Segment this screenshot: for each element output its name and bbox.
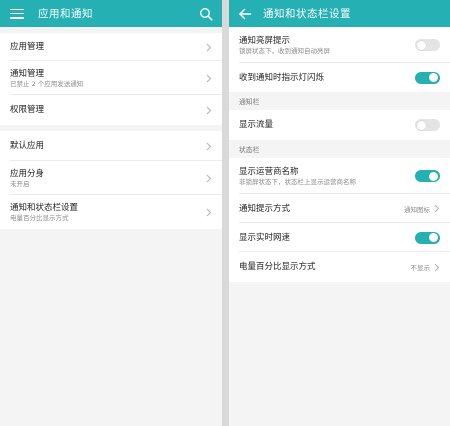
menu-item-label: 通知管理 [10,68,45,79]
app-notifications-screen: 应用和通知 应用管理 通知管理 已禁止 2 个应用发送通知 权限管理 默认应用 [0,0,222,426]
settings-group-apps: 应用管理 通知管理 已禁止 2 个应用发送通知 权限管理 [0,33,222,125]
setting-value: 通知图标 [404,205,430,214]
chevron-right-icon [206,74,212,82]
toggle-switch[interactable] [415,231,440,244]
setting-value: 不显示 [410,264,431,272]
setting-blink-led-on-notification[interactable]: 收到通知时指示灯闪烁 [229,63,450,92]
settings-group-status-bar: 显示运营商名称 非锁屏状态下，状态栏上显示运营商名称 通知提示方式 通知图标 显… [229,158,450,282]
settings-group-more: 默认应用 应用分身 未开启 通知和状态栏设置 电量百分比显示方式 [0,131,222,229]
setting-screen-wake-on-notification[interactable]: 通知亮屏提示 锁屏状态下，收到通知自动亮屏 [229,27,450,63]
toggle-switch[interactable] [415,170,440,182]
menu-item-subtitle: 电量百分比显示方式 [10,213,69,222]
toggle-switch[interactable] [415,71,440,84]
menu-item-label: 权限管理 [10,105,45,115]
chevron-right-icon [206,43,212,51]
setting-label: 显示流量 [239,120,274,130]
menu-item-app-management[interactable]: 应用管理 [0,33,222,61]
setting-label: 显示运营商名称 [239,166,299,177]
menu-item-label: 默认应用 [10,141,45,151]
back-arrow-icon[interactable] [238,7,252,21]
section-header-notification-bar: 通知栏 [229,92,450,110]
settings-group-notify-general: 通知亮屏提示 锁屏状态下，收到通知自动亮屏 收到通知时指示灯闪烁 [229,27,450,92]
settings-group-notification-bar: 显示流量 [229,110,450,140]
search-icon[interactable] [199,7,213,21]
menu-item-app-twin[interactable]: 应用分身 未开启 [0,161,222,195]
app-bar: 通知和状态栏设置 [229,0,450,27]
menu-item-permission-management[interactable]: 权限管理 [0,95,222,125]
menu-item-notification-statusbar-settings[interactable]: 通知和状态栏设置 电量百分比显示方式 [0,195,222,229]
menu-item-subtitle: 已禁止 2 个应用发送通知 [10,79,84,88]
setting-label: 通知提示方式 [239,203,291,214]
toggle-switch[interactable] [415,119,440,131]
page-title: 应用和通知 [38,8,93,20]
chevron-right-icon [206,174,212,182]
page-title: 通知和状态栏设置 [263,8,351,20]
chevron-right-icon [206,106,212,114]
toggle-switch[interactable] [415,39,440,51]
chevron-right-icon [434,263,440,271]
setting-subtitle: 锁屏状态下，收到通知自动亮屏 [239,46,330,55]
setting-label: 收到通知时指示灯闪烁 [239,72,325,83]
setting-label: 通知亮屏提示 [239,35,291,46]
chevron-right-icon [206,208,212,216]
setting-show-data-usage[interactable]: 显示流量 [229,110,450,140]
setting-battery-percentage-style[interactable]: 电量百分比显示方式 不显示 [229,252,450,282]
notification-statusbar-settings-screen: 通知和状态栏设置 通知亮屏提示 锁屏状态下，收到通知自动亮屏 收到通知时指示灯闪… [229,0,450,426]
hamburger-menu-icon[interactable] [10,8,24,19]
setting-label: 电量百分比显示方式 [239,262,316,272]
chevron-right-icon [206,142,212,150]
menu-item-label: 应用管理 [10,42,45,52]
setting-show-carrier-name[interactable]: 显示运营商名称 非锁屏状态下，状态栏上显示运营商名称 [229,158,450,194]
menu-item-notification-management[interactable]: 通知管理 已禁止 2 个应用发送通知 [0,61,222,95]
setting-show-network-speed[interactable]: 显示实时网速 [229,223,450,252]
menu-item-default-apps[interactable]: 默认应用 [0,131,222,161]
chevron-right-icon [434,204,440,213]
menu-item-label: 通知和状态栏设置 [10,202,79,213]
app-bar: 应用和通知 [0,0,222,27]
setting-notification-style[interactable]: 通知提示方式 通知图标 [229,194,450,223]
menu-item-subtitle: 未开启 [10,179,30,188]
menu-item-label: 应用分身 [10,168,45,179]
setting-label: 显示实时网速 [239,232,291,243]
section-header-status-bar: 状态栏 [229,140,450,158]
setting-subtitle: 非锁屏状态下，状态栏上显示运营商名称 [239,177,356,186]
